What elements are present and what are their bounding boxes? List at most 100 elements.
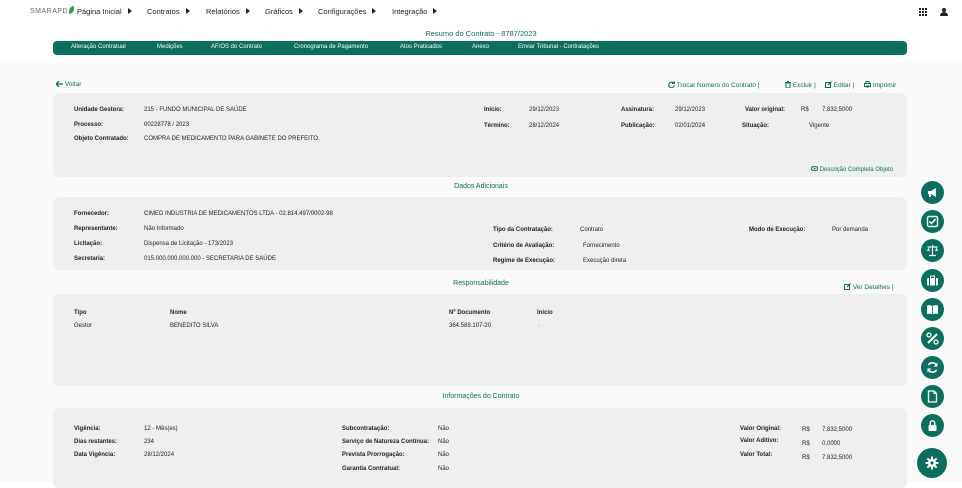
valor-original-value: 7.832,5000 bbox=[822, 107, 853, 113]
menu-item-pagina-inicial[interactable]: Página Inicial bbox=[77, 7, 132, 16]
lock-icon bbox=[928, 420, 937, 431]
modo-execucao-label: Modo de Execução: bbox=[749, 227, 806, 233]
dados-adicionais-title: Dados Adicionais bbox=[454, 183, 508, 190]
valor-total-value: 7.832,5000 bbox=[822, 455, 853, 461]
trash-icon bbox=[785, 81, 791, 89]
announcement-button[interactable] bbox=[921, 181, 944, 204]
scale-icon bbox=[927, 245, 938, 257]
checkbox-icon bbox=[926, 215, 939, 228]
currency-symbol: R$ bbox=[802, 441, 810, 447]
logo[interactable]: SMARAPD bbox=[30, 6, 75, 15]
tools-icon bbox=[926, 332, 939, 345]
back-link[interactable]: Voltar bbox=[55, 80, 81, 88]
contract-summary-panel bbox=[53, 93, 907, 177]
publicacao-label: Publicação: bbox=[621, 123, 655, 129]
settings-button[interactable] bbox=[917, 448, 947, 478]
print-icon bbox=[864, 81, 871, 88]
menu-item-graficos[interactable]: Gráficos bbox=[265, 7, 303, 16]
unidade-gestora-value: 215 - FUNDO MUNICIPAL DE SAÚDE bbox=[144, 107, 247, 113]
menu-item-contratos[interactable]: Contratos bbox=[147, 7, 190, 16]
objeto-label: Objeto Contratado: bbox=[74, 136, 129, 142]
menu-item-relatorios[interactable]: Relatórios bbox=[206, 7, 250, 16]
assinatura-label: Assinatura: bbox=[621, 107, 655, 113]
regime-value: Execução direta bbox=[583, 258, 627, 264]
servico-continuo-label: Serviço de Natureza Contínua: bbox=[342, 439, 430, 445]
ver-detalhes-link[interactable]: Ver Detalhes | bbox=[844, 283, 894, 291]
dias-restantes-label: Dias restantes: bbox=[74, 439, 118, 445]
top-navbar: SMARAPD Página Inicial Contratos Relatór… bbox=[0, 0, 962, 24]
apps-grid-icon[interactable] bbox=[919, 8, 928, 16]
megaphone-icon bbox=[928, 188, 936, 197]
inicio-value: 29/12/2023 bbox=[529, 107, 560, 113]
tab-atos-praticados[interactable]: Atos Praticados bbox=[400, 44, 442, 50]
refresh-icon bbox=[927, 362, 938, 373]
row-inicio: - bbox=[538, 323, 540, 329]
tab-anexo[interactable]: Anexo bbox=[472, 44, 489, 50]
tipo-contratacao-value: Contrato bbox=[580, 227, 604, 233]
menu-item-integracao[interactable]: Integração bbox=[392, 7, 438, 16]
criterio-label: Critério de Avaliação: bbox=[493, 243, 555, 249]
leaf-icon bbox=[69, 6, 75, 14]
tab-alteracao-contratual[interactable]: Alteração Contratual bbox=[71, 44, 126, 50]
edit-link[interactable]: Editar | bbox=[825, 81, 854, 89]
informacoes-panel bbox=[53, 408, 907, 488]
subcontratacao-label: Subcontratação: bbox=[342, 426, 390, 432]
processo-value: 00228778 / 2023 bbox=[144, 122, 190, 128]
tab-af-os[interactable]: AF/OS do Contrato bbox=[211, 44, 262, 50]
delete-link[interactable]: Excluir | bbox=[785, 81, 816, 89]
data-vigencia-value: 28/12/2024 bbox=[144, 452, 175, 458]
licitacao-label: Licitação: bbox=[74, 241, 103, 247]
tab-medicoes[interactable]: Medições bbox=[157, 44, 183, 50]
column-header-tipo: Tipo bbox=[74, 310, 87, 316]
fornecedor-label: Fornecedor: bbox=[74, 211, 110, 217]
situacao-value: Vigente bbox=[809, 123, 830, 129]
sync-icon bbox=[668, 81, 675, 89]
caret-right-icon bbox=[127, 8, 132, 14]
tab-cronograma[interactable]: Cronograma de Pagamento bbox=[294, 44, 368, 50]
regime-label: Regime de Execução: bbox=[493, 258, 556, 264]
book-button[interactable] bbox=[921, 298, 944, 321]
refresh-button[interactable] bbox=[921, 356, 944, 379]
valor-aditivo-value: 0,0000 bbox=[822, 441, 841, 447]
caret-right-icon bbox=[372, 8, 377, 14]
valor-original-info-label: Valor Original: bbox=[740, 426, 782, 432]
book-icon bbox=[927, 305, 938, 315]
user-icon[interactable] bbox=[940, 8, 948, 16]
prorrogacao-value: Não bbox=[438, 452, 450, 458]
change-number-link[interactable]: Trocar Número do Contrato | bbox=[668, 81, 759, 89]
licitacao-value: Dispensa de Licitação - 173/2023 bbox=[144, 241, 234, 247]
prorrogacao-label: Prevista Prorrogação: bbox=[342, 452, 405, 458]
print-link[interactable]: Imprimir bbox=[864, 81, 896, 89]
termino-label: Término: bbox=[484, 123, 510, 129]
document-icon bbox=[927, 390, 938, 403]
row-tipo: Gestor bbox=[74, 323, 93, 329]
valor-original-label: Valor original: bbox=[745, 107, 786, 113]
assinatura-value: 29/12/2023 bbox=[675, 107, 706, 113]
menu-item-configuracoes[interactable]: Configurações bbox=[318, 7, 377, 16]
row-nome: BENEDITO SILVA bbox=[170, 323, 219, 329]
valor-original-info-value: 7.832,5000 bbox=[822, 427, 853, 433]
termino-value: 28/12/2024 bbox=[529, 123, 560, 129]
legal-button[interactable] bbox=[921, 239, 944, 262]
document-button[interactable] bbox=[921, 385, 944, 408]
caret-right-icon bbox=[245, 8, 250, 14]
lock-button[interactable] bbox=[921, 414, 944, 437]
tab-enviar-tribunal[interactable]: Enviar Tribunal - Contratações bbox=[518, 44, 599, 50]
currency-symbol: R$ bbox=[801, 107, 809, 113]
tools-button[interactable] bbox=[921, 327, 944, 350]
column-header-nome: Nome bbox=[170, 310, 187, 316]
briefcase-button[interactable] bbox=[921, 269, 944, 292]
descricao-completa-link[interactable]: Descrição Completa Objeto bbox=[810, 165, 893, 173]
briefcase-icon bbox=[927, 275, 938, 286]
modo-execucao-value: Por demanda bbox=[832, 227, 869, 233]
column-header-inicio: Início bbox=[537, 310, 553, 316]
caret-right-icon bbox=[298, 8, 303, 14]
currency-symbol: R$ bbox=[802, 455, 810, 461]
publicacao-value: 02/01/2024 bbox=[675, 123, 706, 129]
checklist-button[interactable] bbox=[921, 210, 944, 233]
vigencia-label: Vigência: bbox=[74, 426, 101, 432]
dias-restantes-value: 234 bbox=[144, 439, 155, 445]
eye-icon bbox=[810, 165, 819, 172]
objeto-value: COMPRA DE MEDICAMENTO PARA GABINETE DO P… bbox=[144, 136, 320, 142]
edit-icon bbox=[825, 81, 832, 88]
